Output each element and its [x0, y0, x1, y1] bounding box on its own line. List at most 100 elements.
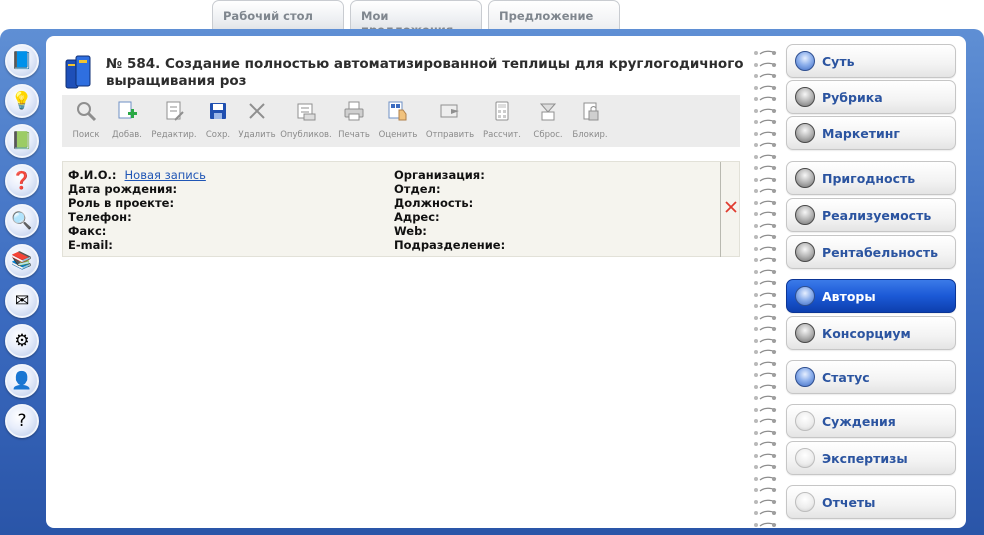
author-field-row: Роль в проекте: — [68, 196, 206, 210]
nav-item-2[interactable]: Рубрика — [786, 80, 956, 114]
card-divider — [720, 162, 721, 257]
lock-icon — [579, 100, 601, 126]
spiral-ring — [752, 307, 780, 320]
spiral-ring — [752, 445, 780, 458]
spiral-ring — [752, 77, 780, 90]
author-field-row: Подразделение: — [394, 238, 505, 252]
publish-icon — [295, 100, 317, 126]
search-document-icon[interactable]: 🔍 — [5, 204, 39, 238]
toolbar-button-delete-x[interactable]: Удалить — [236, 95, 278, 147]
settings-icon[interactable]: ⚙ — [5, 324, 39, 358]
author-field-label: Подразделение: — [394, 238, 506, 252]
nav-item-8[interactable]: Консорциум — [786, 316, 956, 350]
question-book-icon[interactable]: 📗 — [5, 124, 39, 158]
proposal-book-icon[interactable]: 📘 — [5, 44, 39, 78]
spiral-ring — [752, 341, 780, 354]
toolbar-button-send[interactable]: Отправить — [422, 95, 478, 147]
spiral-ring — [752, 261, 780, 274]
nav-item-label: Суждения — [822, 413, 896, 429]
mail-icon-glyph: ✉ — [14, 290, 30, 311]
spiral-ring — [752, 88, 780, 101]
spiral-ring — [752, 479, 780, 492]
status-dot-icon — [795, 168, 815, 188]
spiral-ring — [752, 330, 780, 343]
spiral-ring — [752, 134, 780, 147]
author-field-label: Телефон: — [68, 210, 132, 224]
toolbar-button-label: Сброс. — [533, 130, 563, 140]
search-document-icon-glyph: 🔍 — [11, 210, 33, 231]
toolbar-button-label: Рассчит. — [483, 130, 521, 140]
author-field-label: Web: — [394, 224, 427, 238]
nav-item-6[interactable]: Рентабельность — [786, 235, 956, 269]
main-panel: № 584. Создание полностью автоматизирова… — [46, 36, 966, 528]
rate-hand-icon — [387, 100, 409, 126]
status-dot-icon — [795, 448, 815, 468]
spiral-ring — [752, 42, 780, 55]
author-field-label: Роль в проекте: — [68, 196, 175, 210]
author-field-row: Web: — [394, 224, 505, 238]
author-field-label: Адрес: — [394, 210, 440, 224]
toolbar-button-reset[interactable]: Сброс. — [526, 95, 570, 147]
new-record-link[interactable]: Новая запись — [125, 168, 206, 182]
nav-item-3[interactable]: Маркетинг — [786, 116, 956, 150]
spiral-ring — [752, 387, 780, 400]
nav-item-label: Рентабельность — [822, 244, 939, 260]
spiral-ring — [752, 376, 780, 389]
toolbar-button-printer[interactable]: Печать — [334, 95, 374, 147]
books-icon[interactable]: 📚 — [5, 244, 39, 278]
spiral-ring — [752, 353, 780, 366]
nav-item-label: Рубрика — [822, 89, 883, 105]
spiral-ring — [752, 456, 780, 469]
toolbar-button-label: Печать — [338, 130, 370, 140]
spiral-ring — [752, 249, 780, 262]
toolbar-button-floppy-disk[interactable]: Сохр. — [200, 95, 236, 147]
toolbar-button-magnifier[interactable]: Поиск — [66, 95, 106, 147]
toolbar-button-label: Редактир. — [151, 130, 197, 140]
spiral-ring — [752, 157, 780, 170]
toolbar-button-label: Добав. — [111, 130, 142, 140]
status-dot-icon — [795, 51, 815, 71]
nav-item-7[interactable]: Авторы — [786, 279, 956, 313]
toolbar-button-add-document[interactable]: Добав. — [106, 95, 148, 147]
edit-document-icon — [163, 100, 185, 126]
author-field-row: Ф.И.О.: Новая запись — [68, 168, 206, 182]
toolbar-button-lock[interactable]: Блокир. — [570, 95, 610, 147]
nav-item-label: Авторы — [822, 288, 876, 304]
send-icon — [439, 100, 461, 126]
user-icon-glyph: 👤 — [11, 370, 33, 391]
author-field-label: Факс: — [68, 224, 107, 238]
nav-item-4[interactable]: Пригодность — [786, 161, 956, 195]
toolbar-button-calculator[interactable]: Рассчит. — [478, 95, 526, 147]
spiral-ring — [752, 65, 780, 78]
toolbar-button-edit-document[interactable]: Редактир. — [148, 95, 200, 147]
author-field-label: Организация: — [394, 168, 485, 182]
settings-icon-glyph: ⚙ — [14, 330, 30, 351]
toolbar-button-publish[interactable]: Опубликов. — [278, 95, 334, 147]
nav-item-10[interactable]: Суждения — [786, 404, 956, 438]
spiral-ring — [752, 399, 780, 412]
help-icon-glyph: ? — [17, 410, 27, 431]
toolbar-button-label: Оценить — [378, 130, 418, 140]
nav-item-9[interactable]: Статус — [786, 360, 956, 394]
spiral-ring — [752, 54, 780, 67]
nav-item-11[interactable]: Экспертизы — [786, 441, 956, 475]
nav-item-12[interactable]: Отчеты — [786, 485, 956, 519]
nav-item-5[interactable]: Реализуемость — [786, 198, 956, 232]
spiral-ring — [752, 514, 780, 527]
delete-icon[interactable] — [724, 200, 738, 214]
nav-item-1[interactable]: Суть — [786, 44, 956, 78]
spiral-ring — [752, 203, 780, 216]
nav-item-label: Консорциум — [822, 325, 911, 341]
status-dot-icon — [795, 286, 815, 306]
nav-item-label: Пригодность — [822, 170, 916, 186]
toolbar-button-rate-hand[interactable]: Оценить — [374, 95, 422, 147]
proposal-books-icon — [65, 55, 91, 89]
idea-icon[interactable]: 💡 — [5, 84, 39, 118]
spiral-ring — [752, 192, 780, 205]
mail-icon[interactable]: ✉ — [5, 284, 39, 318]
author-field-row: Адрес: — [394, 210, 505, 224]
spiral-ring — [752, 169, 780, 182]
help-question-icon[interactable]: ❓ — [5, 164, 39, 198]
help-icon[interactable]: ? — [5, 404, 39, 438]
user-icon[interactable]: 👤 — [5, 364, 39, 398]
